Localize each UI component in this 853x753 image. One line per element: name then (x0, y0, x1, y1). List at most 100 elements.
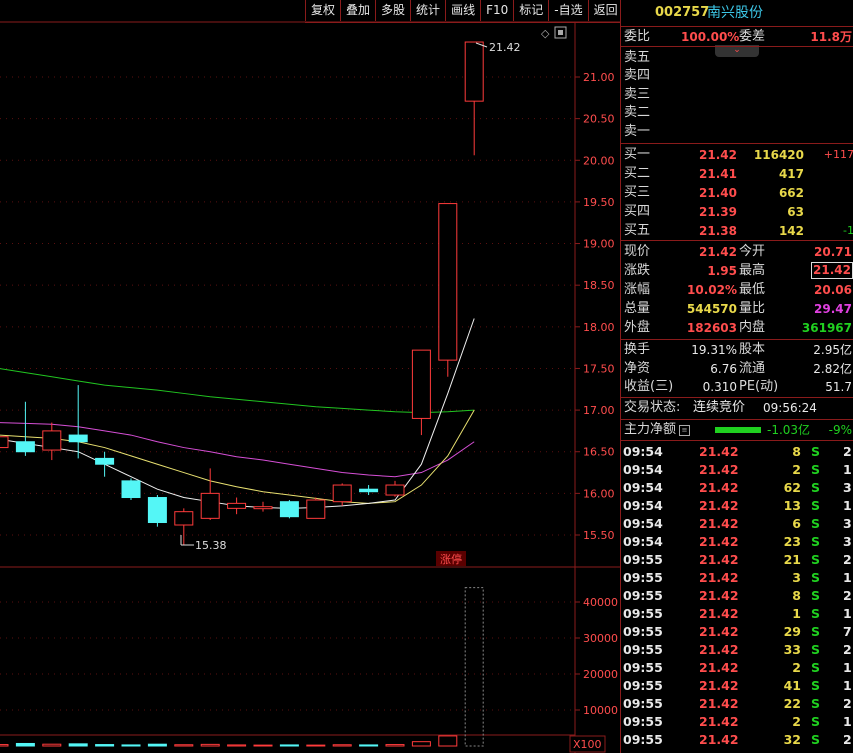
volume-bar (411, 741, 431, 747)
high-value: 21.42 (811, 262, 853, 279)
price-tick-label: 16.50 (583, 446, 615, 459)
bid-row[interactable]: 买三 21.40 662 (621, 184, 853, 202)
tick-count: 2 (843, 696, 852, 711)
tick-side: S (811, 552, 821, 567)
low-value: 20.06 (814, 283, 852, 297)
tick-side: S (811, 444, 821, 459)
price-tick-label: 18.00 (583, 321, 615, 334)
tick-price: 21.42 (699, 696, 739, 711)
tick-row: 09:54 21.42 2 S 1 (621, 461, 853, 479)
volume-bar (42, 743, 62, 747)
candle-body (15, 441, 35, 453)
tick-time: 09:55 (623, 552, 663, 567)
trade-status-value: 连续竞价 (693, 400, 746, 415)
volume-ratio-label: 量比 (739, 301, 766, 316)
tick-row: 09:54 21.42 13 S 1 (621, 497, 853, 515)
bid-change: -1 (843, 224, 853, 237)
tick-count: 1 (843, 606, 852, 621)
volume-bar (147, 743, 167, 747)
quote-row-outer: 外盘 182603 内盘 361967 (621, 319, 853, 337)
tick-side: S (811, 534, 821, 549)
bid-price: 21.39 (699, 205, 737, 219)
volume-bar (227, 744, 247, 747)
bid-row[interactable]: 买四 21.39 63 (621, 203, 853, 221)
volume-bar (438, 735, 458, 747)
tick-count: 3 (843, 516, 852, 531)
tick-side: S (811, 498, 821, 513)
list-icon[interactable]: ≡ (679, 425, 690, 436)
tick-volume: 23 (783, 534, 801, 549)
tick-row: 09:54 21.42 8 S 2 (621, 443, 853, 461)
volume-tick-label: 10000 (583, 704, 618, 717)
outer-value: 182603 (686, 321, 737, 335)
tick-row: 09:55 21.42 33 S 2 (621, 641, 853, 659)
bid-label: 买五 (624, 223, 651, 238)
tick-volume: 8 (792, 444, 801, 459)
tick-time: 09:54 (623, 498, 663, 513)
pct-value: 10.02% (687, 283, 737, 297)
bid-volume: 142 (778, 224, 804, 238)
quote-row-turnover: 换手 19.31% 股本 2.95亿 (621, 341, 853, 359)
tick-volume: 13 (783, 498, 801, 513)
candle-body (42, 430, 62, 451)
main-flow-label: 主力净额 (624, 422, 677, 437)
tick-count: 1 (843, 462, 852, 477)
volume-bar (385, 744, 405, 747)
tick-time: 09:55 (623, 642, 663, 657)
tick-time: 09:54 (623, 534, 663, 549)
tick-count: 1 (843, 498, 852, 513)
tick-time: 09:55 (623, 570, 663, 585)
volume-ratio-value: 29.47 (814, 302, 852, 316)
weicha-value: 11.8万 (810, 30, 852, 44)
tick-row: 09:55 21.42 21 S 2 (621, 551, 853, 569)
bid-label: 买四 (624, 204, 651, 219)
tick-side: S (811, 678, 821, 693)
low-label: 最低 (739, 282, 766, 297)
tick-side: S (811, 732, 821, 747)
turnover-value: 19.31% (691, 343, 737, 357)
tick-row: 09:55 21.42 8 S 2 (621, 587, 853, 605)
ask-row-2: 卖二 (621, 104, 853, 122)
bid-label: 买二 (624, 166, 651, 181)
eps-label: 收益(三) (624, 379, 674, 394)
tick-row: 09:55 21.42 41 S 1 (621, 677, 853, 695)
tick-row: 09:55 21.42 3 S 1 (621, 569, 853, 587)
share-capital-value: 2.95亿 (813, 343, 852, 357)
float-label: 流通 (739, 361, 766, 376)
tick-price: 21.42 (699, 552, 739, 567)
bid-price: 21.38 (699, 224, 737, 238)
tick-time: 09:55 (623, 660, 663, 675)
kline-chart-area[interactable]: 复权 叠加 多股 统计 画线 F10 标记 -自选 返回 21.00 20.50 2… (0, 0, 623, 753)
tick-volume: 21 (783, 552, 801, 567)
bid-label: 买三 (624, 185, 651, 200)
price-tick-label: 15.50 (583, 529, 615, 542)
tick-time: 09:55 (623, 714, 663, 729)
main-flow-row: 主力净额 ≡ -1.03亿 -9% (621, 421, 853, 439)
weicha-label: 委差 (739, 29, 766, 44)
tick-price: 21.42 (699, 660, 739, 675)
tick-side: S (811, 606, 821, 621)
tick-time: 09:54 (623, 462, 663, 477)
bid-price: 21.40 (699, 186, 737, 200)
weibi-label: 委比 (624, 29, 651, 44)
bid-row[interactable]: 买一 21.42 116420 +117 (621, 146, 853, 164)
candle-body (253, 506, 273, 510)
bid-row[interactable]: 买五 21.38 142 -1 (621, 222, 853, 240)
quote-row-price: 现价 21.42 今开 20.71 (621, 243, 853, 261)
ask-label: 卖五 (624, 50, 651, 65)
net-asset-label: 净资 (624, 361, 651, 376)
tick-volume: 6 (792, 516, 801, 531)
candlestick-chart: 21.00 20.50 20.00 19.50 19.00 18.50 18.00 17.50… (0, 21, 620, 753)
quote-row-volume: 总量 544570 量比 29.47 (621, 300, 853, 318)
tick-price: 21.42 (699, 516, 739, 531)
diamond-icon[interactable]: ◇ (541, 27, 550, 40)
tick-price: 21.42 (699, 642, 739, 657)
tick-volume: 62 (783, 480, 801, 495)
volume-bar (464, 587, 484, 747)
weibi-value: 100.00% (681, 30, 740, 44)
main-flow-value: -1.03亿 (767, 423, 811, 437)
ask-label: 卖一 (624, 124, 651, 139)
tick-time: 09:55 (623, 696, 663, 711)
price-tick-label: 17.50 (583, 362, 615, 375)
bid-row[interactable]: 买二 21.41 417 (621, 165, 853, 183)
